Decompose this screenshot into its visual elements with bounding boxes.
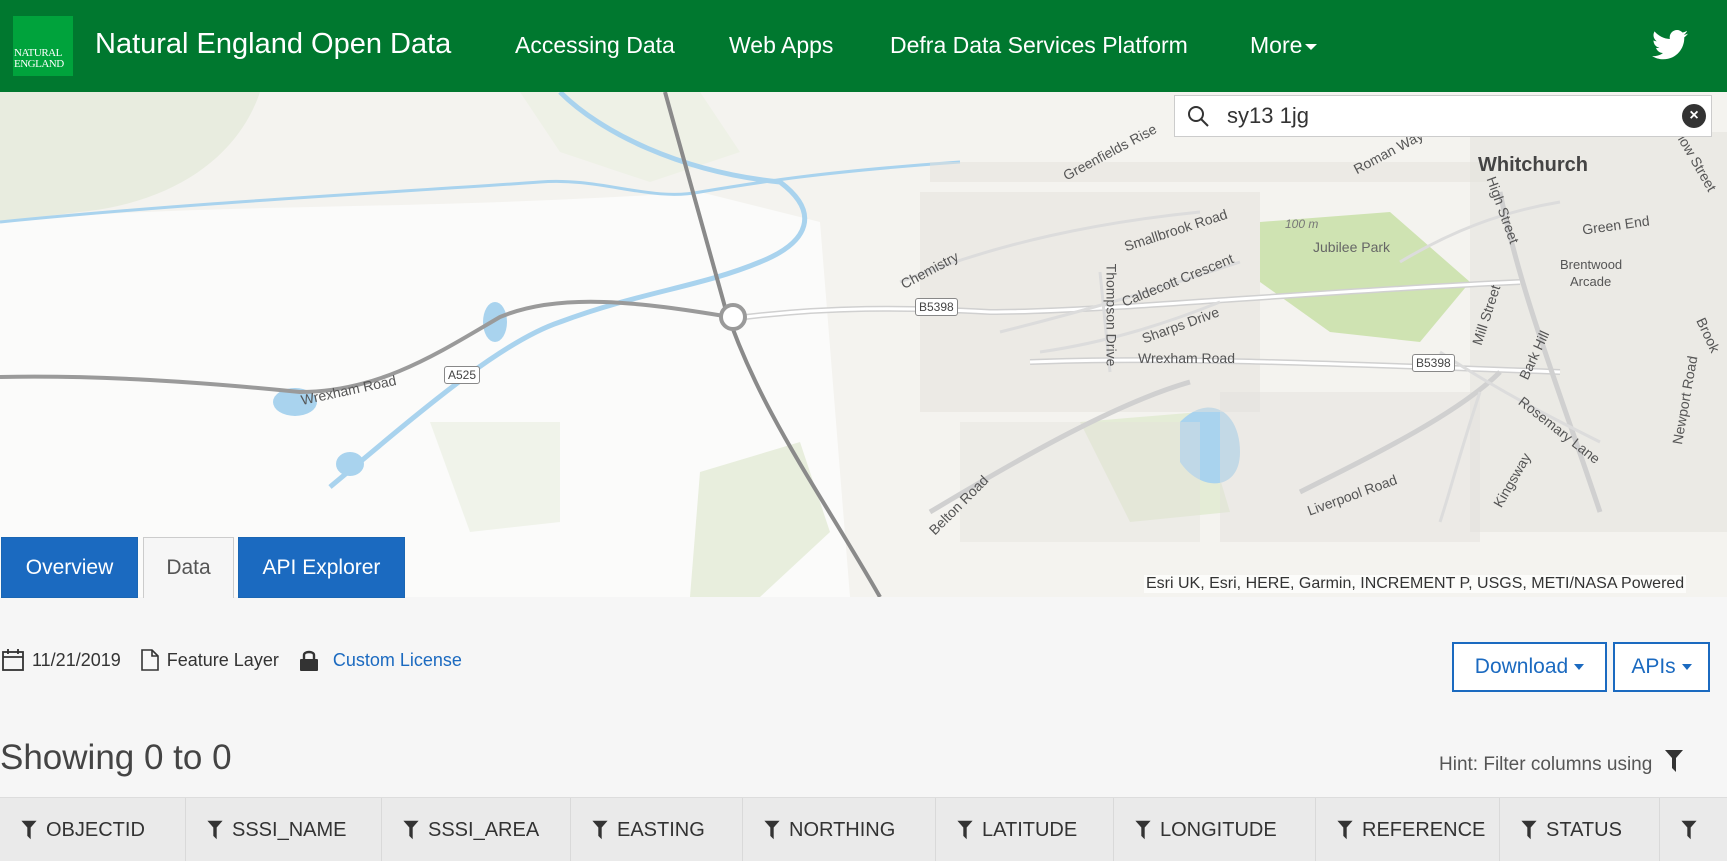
chevron-down-icon (1574, 664, 1585, 670)
map-view[interactable]: Whitchurch Greenfields Rise Roman Way Sm… (0, 92, 1727, 597)
column-header-status[interactable]: STATUS (1500, 798, 1660, 861)
column-label: LONGITUDE (1160, 818, 1277, 841)
map-label-jubilee-park: Jubilee Park (1313, 239, 1391, 255)
nav-more-dropdown[interactable]: More (1250, 32, 1318, 59)
column-label: REFERENCE (1362, 818, 1486, 841)
layer-type: Feature Layer (166, 649, 279, 670)
column-header-latitude[interactable]: LATITUDE (936, 798, 1114, 861)
filter-icon (1664, 750, 1683, 772)
column-label: NORTHING (789, 818, 896, 841)
filter-hint-text: Hint: Filter columns using (1439, 754, 1653, 775)
document-icon (140, 649, 159, 671)
map-label-contour: 100 m (1285, 217, 1319, 231)
chevron-down-icon (1681, 664, 1692, 670)
map-label-brentwood: Brentwood (1560, 257, 1623, 272)
map-search-input[interactable] (1227, 102, 1647, 130)
filter-icon[interactable] (1134, 819, 1152, 841)
filter-icon[interactable] (956, 819, 974, 841)
results-count: Showing 0 to 0 (0, 738, 232, 777)
filter-icon[interactable] (20, 819, 38, 841)
chevron-down-icon (1305, 43, 1318, 50)
column-header-sssi-area[interactable]: SSSI_AREA (382, 798, 571, 861)
road-shield-b5398-east: B5398 (1412, 354, 1455, 372)
map-label-thompson: Thompson Drive (1103, 263, 1120, 367)
lock-icon (299, 650, 318, 671)
map-label-wrexham-east: Wrexham Road (1138, 350, 1236, 366)
column-header-easting[interactable]: EASTING (571, 798, 743, 861)
column-label: LATITUDE (982, 818, 1078, 841)
nav-accessing-data[interactable]: Accessing Data (515, 32, 675, 59)
search-icon[interactable] (1186, 104, 1210, 128)
nav-defra-data-services[interactable]: Defra Data Services Platform (890, 32, 1188, 59)
download-button[interactable]: Download (1452, 642, 1607, 692)
table-header-row: OBJECTID SSSI_NAME SSSI_AREA EASTING NOR… (0, 797, 1727, 861)
map-label-arcade: Arcade (1570, 274, 1612, 289)
calendar-icon (2, 649, 24, 671)
apis-label: APIs (1631, 655, 1676, 678)
filter-icon[interactable] (1336, 819, 1354, 841)
map-label-whitchurch: Whitchurch (1478, 154, 1588, 176)
filter-icon[interactable] (1520, 819, 1538, 841)
tab-overview[interactable]: Overview (1, 537, 138, 598)
column-header-next[interactable] (1660, 798, 1727, 861)
column-label: OBJECTID (46, 818, 145, 841)
nav-web-apps[interactable]: Web Apps (729, 32, 833, 59)
natural-england-logo[interactable]: NATURAL ENGLAND (13, 16, 73, 76)
column-header-northing[interactable]: NORTHING (743, 798, 936, 861)
tab-api-explorer[interactable]: API Explorer (238, 537, 405, 598)
column-header-sssi-name[interactable]: SSSI_NAME (186, 798, 382, 861)
road-shield-b5398-west: B5398 (915, 298, 958, 316)
column-header-longitude[interactable]: LONGITUDE (1114, 798, 1316, 861)
custom-license-link[interactable]: Custom License (333, 650, 462, 671)
column-label: EASTING (617, 818, 705, 841)
logo-line2: ENGLAND (14, 58, 64, 70)
site-title[interactable]: Natural England Open Data (95, 28, 451, 61)
updated-date: 11/21/2019 (32, 649, 121, 670)
apis-button[interactable]: APIs (1613, 642, 1710, 692)
column-label: SSSI_NAME (232, 818, 347, 841)
twitter-icon[interactable] (1652, 29, 1688, 61)
filter-hint: Hint: Filter columns using (1439, 748, 1684, 776)
filter-icon[interactable] (763, 819, 781, 841)
filter-icon[interactable] (402, 819, 420, 841)
download-label: Download (1474, 655, 1569, 678)
clear-search-icon[interactable]: × (1682, 104, 1706, 128)
dataset-meta: 11/21/2019 Feature Layer Custom License (2, 640, 482, 680)
nav-more-label: More (1250, 32, 1303, 58)
column-label: STATUS (1546, 818, 1622, 841)
column-label: SSSI_AREA (428, 818, 540, 841)
column-header-reference[interactable]: REFERENCE (1316, 798, 1500, 861)
basemap (0, 92, 1727, 597)
tab-data[interactable]: Data (143, 537, 234, 598)
top-navbar: NATURAL ENGLAND Natural England Open Dat… (0, 0, 1727, 92)
map-attribution: Esri UK, Esri, HERE, Garmin, INCREMENT P… (1144, 575, 1687, 593)
column-header-objectid[interactable]: OBJECTID (0, 798, 186, 861)
map-search-box[interactable]: × (1174, 95, 1712, 137)
filter-icon[interactable] (206, 819, 224, 841)
filter-icon[interactable] (591, 819, 609, 841)
road-shield-a525: A525 (444, 366, 481, 384)
filter-icon[interactable] (1680, 819, 1698, 841)
